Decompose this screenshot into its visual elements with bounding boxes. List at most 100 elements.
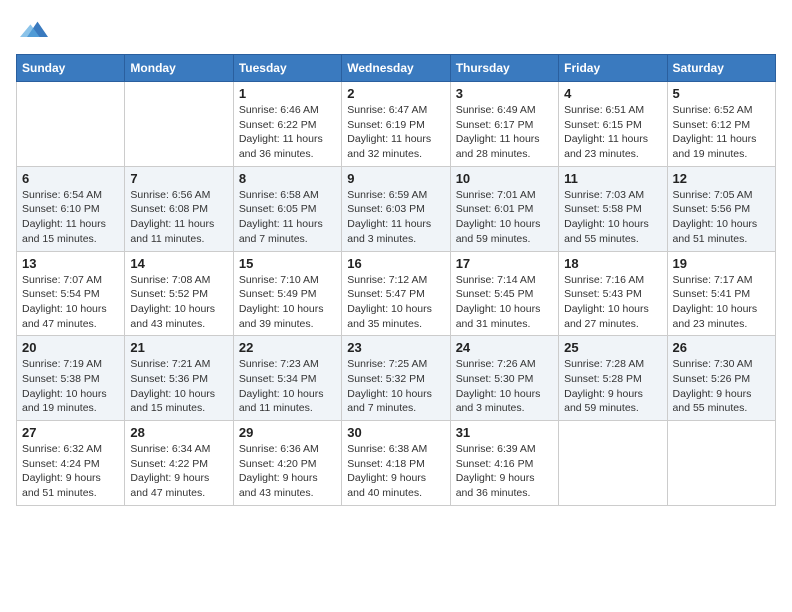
day-info: Sunrise: 6:49 AM Sunset: 6:17 PM Dayligh… (456, 103, 553, 162)
day-number: 26 (673, 340, 770, 355)
day-number: 8 (239, 171, 336, 186)
calendar-cell: 29 Sunrise: 6:36 AM Sunset: 4:20 PM Dayli… (233, 421, 341, 506)
calendar-cell: 24Sunrise: 7:26 AM Sunset: 5:30 PM Dayli… (450, 336, 558, 421)
day-info: Sunrise: 7:19 AM Sunset: 5:38 PM Dayligh… (22, 357, 119, 416)
day-number: 18 (564, 256, 661, 271)
day-number: 29 (239, 425, 336, 440)
calendar-cell: 25Sunrise: 7:28 AM Sunset: 5:28 PM Dayli… (559, 336, 667, 421)
calendar-cell: 23 Sunrise: 7:25 AM Sunset: 5:32 PM Dayli… (342, 336, 450, 421)
day-number: 14 (130, 256, 227, 271)
calendar-cell (17, 82, 125, 167)
day-number: 28 (130, 425, 227, 440)
calendar-cell: 26 Sunrise: 7:30 AM Sunset: 5:26 PM Dayli… (667, 336, 775, 421)
day-number: 22 (239, 340, 336, 355)
calendar-cell: 28 Sunrise: 6:34 AM Sunset: 4:22 PM Dayli… (125, 421, 233, 506)
calendar-week-row: 1 Sunrise: 6:46 AM Sunset: 6:22 PM Daylig… (17, 82, 776, 167)
calendar-cell: 4Sunrise: 6:51 AM Sunset: 6:15 PM Daylig… (559, 82, 667, 167)
day-number: 9 (347, 171, 444, 186)
calendar-cell (559, 421, 667, 506)
day-number: 6 (22, 171, 119, 186)
day-info: Sunrise: 7:25 AM Sunset: 5:32 PM Dayligh… (347, 357, 444, 416)
calendar-week-row: 6 Sunrise: 6:54 AM Sunset: 6:10 PM Daylig… (17, 166, 776, 251)
day-info: Sunrise: 6:59 AM Sunset: 6:03 PM Dayligh… (347, 188, 444, 247)
day-of-week-header: Sunday (17, 55, 125, 82)
calendar-cell: 19 Sunrise: 7:17 AM Sunset: 5:41 PM Dayli… (667, 251, 775, 336)
day-info: Sunrise: 7:30 AM Sunset: 5:26 PM Dayligh… (673, 357, 770, 416)
calendar-cell: 14 Sunrise: 7:08 AM Sunset: 5:52 PM Dayli… (125, 251, 233, 336)
day-number: 7 (130, 171, 227, 186)
day-number: 4 (564, 86, 661, 101)
day-info: Sunrise: 7:07 AM Sunset: 5:54 PM Dayligh… (22, 273, 119, 332)
day-info: Sunrise: 6:56 AM Sunset: 6:08 PM Dayligh… (130, 188, 227, 247)
day-info: Sunrise: 7:12 AM Sunset: 5:47 PM Dayligh… (347, 273, 444, 332)
day-info: Sunrise: 6:46 AM Sunset: 6:22 PM Dayligh… (239, 103, 336, 162)
day-info: Sunrise: 7:21 AM Sunset: 5:36 PM Dayligh… (130, 357, 227, 416)
calendar-cell: 5 Sunrise: 6:52 AM Sunset: 6:12 PM Daylig… (667, 82, 775, 167)
day-info: Sunrise: 7:17 AM Sunset: 5:41 PM Dayligh… (673, 273, 770, 332)
day-number: 30 (347, 425, 444, 440)
day-info: Sunrise: 6:58 AM Sunset: 6:05 PM Dayligh… (239, 188, 336, 247)
day-number: 1 (239, 86, 336, 101)
day-info: Sunrise: 6:34 AM Sunset: 4:22 PM Dayligh… (130, 442, 227, 501)
day-number: 17 (456, 256, 553, 271)
day-number: 27 (22, 425, 119, 440)
calendar-cell: 1 Sunrise: 6:46 AM Sunset: 6:22 PM Daylig… (233, 82, 341, 167)
day-number: 20 (22, 340, 119, 355)
day-of-week-header: Wednesday (342, 55, 450, 82)
day-info: Sunrise: 7:26 AM Sunset: 5:30 PM Dayligh… (456, 357, 553, 416)
day-info: Sunrise: 6:38 AM Sunset: 4:18 PM Dayligh… (347, 442, 444, 501)
calendar-cell: 21Sunrise: 7:21 AM Sunset: 5:36 PM Dayli… (125, 336, 233, 421)
calendar-cell: 8 Sunrise: 6:58 AM Sunset: 6:05 PM Daylig… (233, 166, 341, 251)
day-number: 31 (456, 425, 553, 440)
calendar-body: 1 Sunrise: 6:46 AM Sunset: 6:22 PM Daylig… (17, 82, 776, 506)
calendar-week-row: 13 Sunrise: 7:07 AM Sunset: 5:54 PM Dayli… (17, 251, 776, 336)
logo-icon (20, 16, 48, 44)
logo (16, 16, 48, 44)
day-info: Sunrise: 6:32 AM Sunset: 4:24 PM Dayligh… (22, 442, 119, 501)
day-number: 23 (347, 340, 444, 355)
calendar-cell: 11 Sunrise: 7:03 AM Sunset: 5:58 PM Dayli… (559, 166, 667, 251)
calendar-cell: 27 Sunrise: 6:32 AM Sunset: 4:24 PM Dayli… (17, 421, 125, 506)
day-of-week-header: Tuesday (233, 55, 341, 82)
day-info: Sunrise: 7:05 AM Sunset: 5:56 PM Dayligh… (673, 188, 770, 247)
day-info: Sunrise: 7:14 AM Sunset: 5:45 PM Dayligh… (456, 273, 553, 332)
calendar-header-row: SundayMondayTuesdayWednesdayThursdayFrid… (17, 55, 776, 82)
day-number: 13 (22, 256, 119, 271)
day-number: 2 (347, 86, 444, 101)
calendar-cell: 3 Sunrise: 6:49 AM Sunset: 6:17 PM Daylig… (450, 82, 558, 167)
day-number: 16 (347, 256, 444, 271)
calendar-cell (667, 421, 775, 506)
day-info: Sunrise: 6:54 AM Sunset: 6:10 PM Dayligh… (22, 188, 119, 247)
day-number: 12 (673, 171, 770, 186)
calendar-cell: 18 Sunrise: 7:16 AM Sunset: 5:43 PM Dayli… (559, 251, 667, 336)
day-of-week-header: Friday (559, 55, 667, 82)
day-number: 3 (456, 86, 553, 101)
day-number: 10 (456, 171, 553, 186)
day-info: Sunrise: 7:10 AM Sunset: 5:49 PM Dayligh… (239, 273, 336, 332)
page-header (16, 16, 776, 44)
day-info: Sunrise: 7:03 AM Sunset: 5:58 PM Dayligh… (564, 188, 661, 247)
day-info: Sunrise: 6:47 AM Sunset: 6:19 PM Dayligh… (347, 103, 444, 162)
calendar-cell: 31 Sunrise: 6:39 AM Sunset: 4:16 PM Dayli… (450, 421, 558, 506)
day-info: Sunrise: 6:36 AM Sunset: 4:20 PM Dayligh… (239, 442, 336, 501)
calendar-cell: 30 Sunrise: 6:38 AM Sunset: 4:18 PM Dayli… (342, 421, 450, 506)
calendar-cell: 7 Sunrise: 6:56 AM Sunset: 6:08 PM Daylig… (125, 166, 233, 251)
day-number: 25 (564, 340, 661, 355)
calendar-week-row: 27 Sunrise: 6:32 AM Sunset: 4:24 PM Dayli… (17, 421, 776, 506)
calendar-cell: 15 Sunrise: 7:10 AM Sunset: 5:49 PM Dayli… (233, 251, 341, 336)
calendar-table: SundayMondayTuesdayWednesdayThursdayFrid… (16, 54, 776, 506)
day-number: 11 (564, 171, 661, 186)
day-number: 15 (239, 256, 336, 271)
calendar-week-row: 20 Sunrise: 7:19 AM Sunset: 5:38 PM Dayli… (17, 336, 776, 421)
calendar-cell: 2 Sunrise: 6:47 AM Sunset: 6:19 PM Daylig… (342, 82, 450, 167)
calendar-cell: 13 Sunrise: 7:07 AM Sunset: 5:54 PM Dayli… (17, 251, 125, 336)
day-info: Sunrise: 6:52 AM Sunset: 6:12 PM Dayligh… (673, 103, 770, 162)
calendar-cell: 16 Sunrise: 7:12 AM Sunset: 5:47 PM Dayli… (342, 251, 450, 336)
day-info: Sunrise: 7:16 AM Sunset: 5:43 PM Dayligh… (564, 273, 661, 332)
day-info: Sunrise: 7:01 AM Sunset: 6:01 PM Dayligh… (456, 188, 553, 247)
calendar-cell: 12 Sunrise: 7:05 AM Sunset: 5:56 PM Dayli… (667, 166, 775, 251)
day-info: Sunrise: 7:08 AM Sunset: 5:52 PM Dayligh… (130, 273, 227, 332)
day-number: 19 (673, 256, 770, 271)
day-number: 5 (673, 86, 770, 101)
day-info: Sunrise: 6:39 AM Sunset: 4:16 PM Dayligh… (456, 442, 553, 501)
